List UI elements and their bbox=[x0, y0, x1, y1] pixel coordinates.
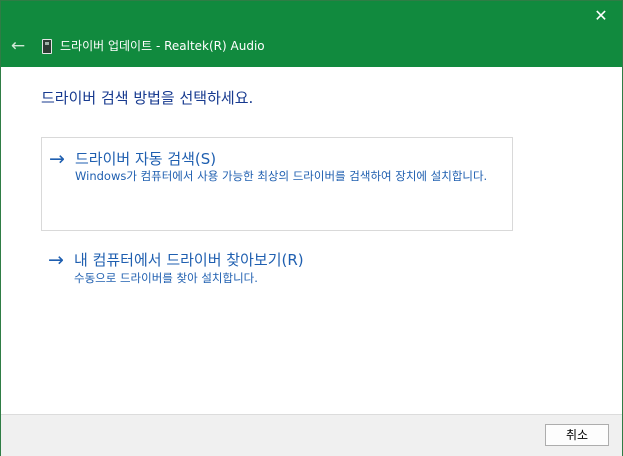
option-description: 수동으로 드라이버를 찾아 설치합니다. bbox=[74, 271, 258, 285]
device-icon bbox=[42, 39, 52, 54]
option-title: 내 컴퓨터에서 드라이버 찾아보기(R) bbox=[74, 251, 304, 269]
title-bar: ✕ ← 드라이버 업데이트 - Realtek(R) Audio bbox=[1, 1, 622, 67]
cancel-button[interactable]: 취소 bbox=[545, 424, 609, 446]
arrow-right-icon: → bbox=[48, 249, 64, 271]
window-title: 드라이버 업데이트 - Realtek(R) Audio bbox=[60, 39, 265, 53]
auto-search-option[interactable]: → 드라이버 자동 검색(S) Windows가 컴퓨터에서 사용 가능한 최상… bbox=[41, 137, 513, 231]
option-title: 드라이버 자동 검색(S) bbox=[75, 150, 217, 168]
page-heading: 드라이버 검색 방법을 선택하세요. bbox=[41, 89, 254, 107]
arrow-right-icon: → bbox=[49, 148, 65, 170]
browse-computer-option[interactable]: → 내 컴퓨터에서 드라이버 찾아보기(R) 수동으로 드라이버를 찾아 설치합… bbox=[41, 245, 513, 295]
close-icon[interactable]: ✕ bbox=[590, 5, 612, 27]
back-arrow-icon[interactable]: ← bbox=[8, 36, 28, 56]
dialog-footer: 취소 bbox=[1, 414, 622, 456]
driver-update-window: ✕ ← 드라이버 업데이트 - Realtek(R) Audio 드라이버 검색… bbox=[0, 0, 623, 456]
option-description: Windows가 컴퓨터에서 사용 가능한 최상의 드라이버를 검색하여 장치에… bbox=[75, 169, 488, 183]
